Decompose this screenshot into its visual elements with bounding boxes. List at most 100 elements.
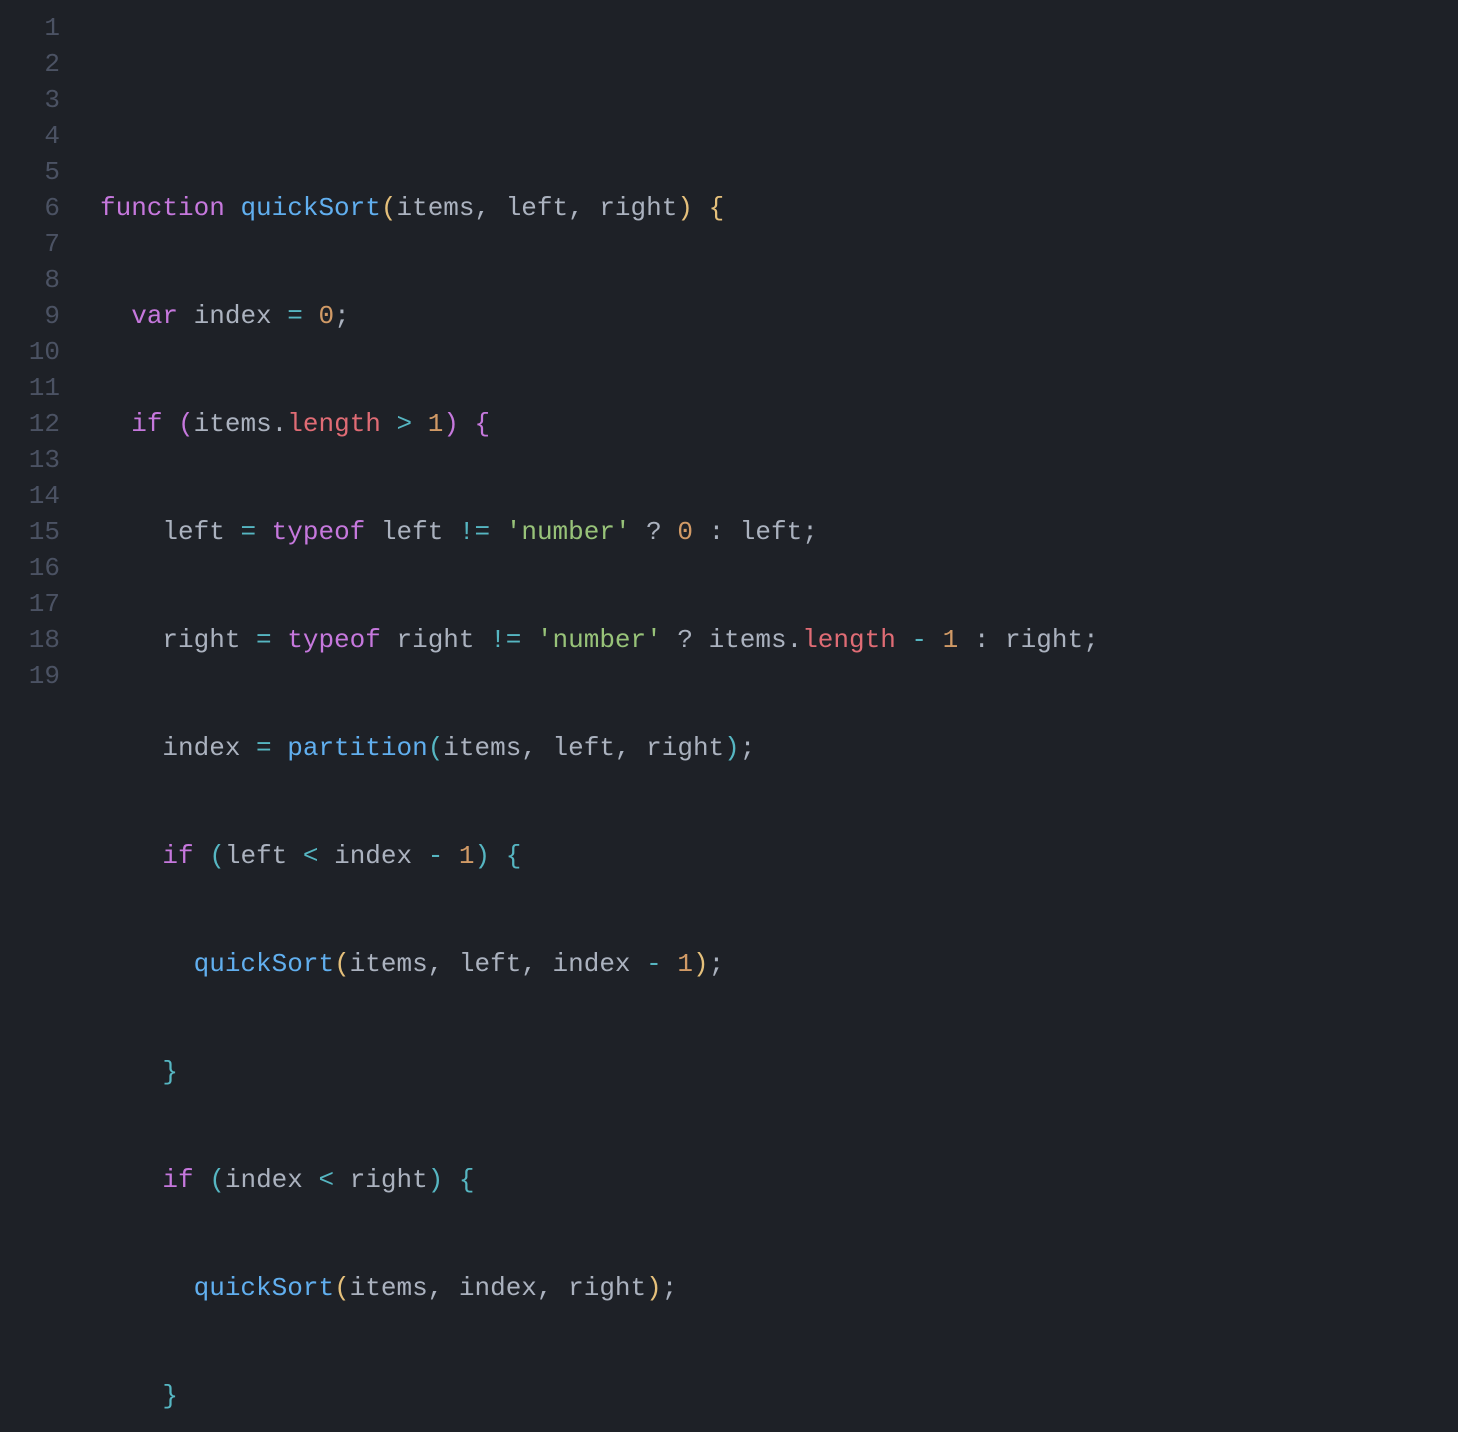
ternary-colon: : [693,517,740,547]
number: 1 [943,625,959,655]
string: 'number' [506,517,631,547]
space [381,625,397,655]
keyword-if: if [162,1165,193,1195]
code-line[interactable]: quickSort(items, left, index - 1); [100,946,1458,982]
keyword-var: var [131,301,178,331]
brace-open: { [475,409,491,439]
line-number: 7 [0,226,60,262]
code-line[interactable]: if (items.length > 1) { [100,406,1458,442]
line-number: 17 [0,586,60,622]
indent [100,1273,194,1303]
keyword-typeof: typeof [287,625,381,655]
arguments: items, left, index [350,949,631,979]
identifier: right [1005,625,1083,655]
brace-open: { [459,1165,475,1195]
line-number: 15 [0,514,60,550]
operator-minus: - [412,841,459,871]
operator-assign: = [272,301,319,331]
space [194,841,210,871]
number: 1 [459,841,475,871]
paren-close: ) [677,193,693,223]
function-call: partition [287,733,427,763]
paren-open: ( [178,409,194,439]
semicolon: ; [334,301,350,331]
code-line[interactable]: function quickSort(items, left, right) { [100,190,1458,226]
indent [100,409,131,439]
space [162,409,178,439]
operator-assign: = [240,625,287,655]
indent [100,1057,162,1087]
space [194,1165,210,1195]
line-number: 11 [0,370,60,406]
space [365,517,381,547]
paren-close: ) [428,1165,444,1195]
identifier: index [334,841,412,871]
identifier: items [709,625,787,655]
line-number: 18 [0,622,60,658]
brace-close: } [162,1057,178,1087]
identifier: index [162,733,240,763]
identifier: right [162,625,240,655]
identifier: left [162,517,224,547]
semicolon: ; [740,733,756,763]
line-number: 3 [0,82,60,118]
line-number: 13 [0,442,60,478]
params: items, left, right [396,193,677,223]
dot: . [272,409,288,439]
line-number: 8 [0,262,60,298]
identifier: items [194,409,272,439]
keyword-if: if [162,841,193,871]
function-call: quickSort [194,1273,334,1303]
function-call: quickSort [194,949,334,979]
operator-minus: - [896,625,943,655]
code-editor-content[interactable]: function quickSort(items, left, right) {… [78,0,1458,716]
operator-lt: < [303,1165,350,1195]
keyword-function: function [100,193,225,223]
line-number: 9 [0,298,60,334]
indent [100,733,162,763]
number: 1 [428,409,444,439]
arguments: items, index, right [350,1273,646,1303]
semicolon: ; [662,1273,678,1303]
operator-ne: != [443,517,505,547]
semicolon: ; [802,517,818,547]
code-line[interactable]: } [100,1054,1458,1090]
line-number: 1 [0,10,60,46]
line-number: 6 [0,190,60,226]
arguments: items, left, right [443,733,724,763]
code-line[interactable]: left = typeof left != 'number' ? 0 : lef… [100,514,1458,550]
indent [100,1165,162,1195]
property: length [287,409,381,439]
identifier: right [350,1165,428,1195]
line-number: 14 [0,478,60,514]
space [178,301,194,331]
brace-close: } [162,1381,178,1411]
code-line[interactable]: } [100,1378,1458,1414]
code-line[interactable]: if (left < index - 1) { [100,838,1458,874]
line-number: 4 [0,118,60,154]
string: 'number' [537,625,662,655]
brace-open: { [709,193,725,223]
line-number: 19 [0,658,60,694]
ternary-q: ? [662,625,709,655]
semicolon: ; [709,949,725,979]
line-number: 2 [0,46,60,82]
paren-open: ( [334,949,350,979]
operator-assign: = [225,517,272,547]
operator-minus: - [631,949,678,979]
function-name: quickSort [240,193,380,223]
code-line[interactable]: if (index < right) { [100,1162,1458,1198]
code-line[interactable]: quickSort(items, index, right); [100,1270,1458,1306]
paren-open: ( [381,193,397,223]
space [443,1165,459,1195]
code-line[interactable]: var index = 0; [100,298,1458,334]
code-line[interactable]: index = partition(items, left, right); [100,730,1458,766]
code-line[interactable]: right = typeof right != 'number' ? items… [100,622,1458,658]
operator-assign: = [240,733,287,763]
paren-close: ) [443,409,459,439]
identifier: left [381,517,443,547]
indent [100,949,194,979]
property: length [802,625,896,655]
paren-open: ( [334,1273,350,1303]
code-line[interactable] [100,82,1458,118]
